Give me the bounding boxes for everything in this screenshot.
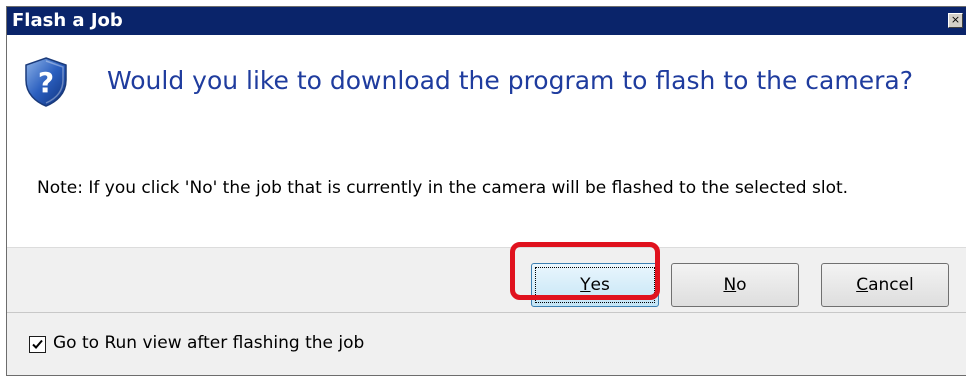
main-instruction: Would you like to download the program t… [107,66,913,95]
close-button[interactable]: × [948,13,963,28]
button-row: Yes No Cancel [7,247,966,313]
run-view-checkbox-label[interactable]: Go to Run view after flashing the job [53,333,364,353]
cancel-accelerator: C [856,275,869,295]
checkmark-icon [32,339,43,349]
yes-button-highlight [510,242,660,300]
dialog-content: ? Would you like to download the program… [7,35,966,247]
dialog-title: Flash a Job [12,10,123,31]
shield-question-icon: ? [25,57,67,107]
dialog-footer: Go to Run view after flashing the job [7,312,966,375]
flash-job-dialog: Flash a Job × ? Would you like to downlo… [6,6,966,376]
cancel-button[interactable]: Cancel [821,263,949,307]
title-bar[interactable]: Flash a Job × [7,7,966,35]
svg-text:?: ? [38,66,54,99]
no-label-rest: o [736,275,747,295]
cancel-label-rest: ancel [868,275,914,295]
no-accelerator: N [723,275,737,295]
run-view-checkbox[interactable] [29,336,46,353]
no-button[interactable]: No [671,263,799,307]
note-text: Note: If you click 'No' the job that is … [37,178,849,198]
